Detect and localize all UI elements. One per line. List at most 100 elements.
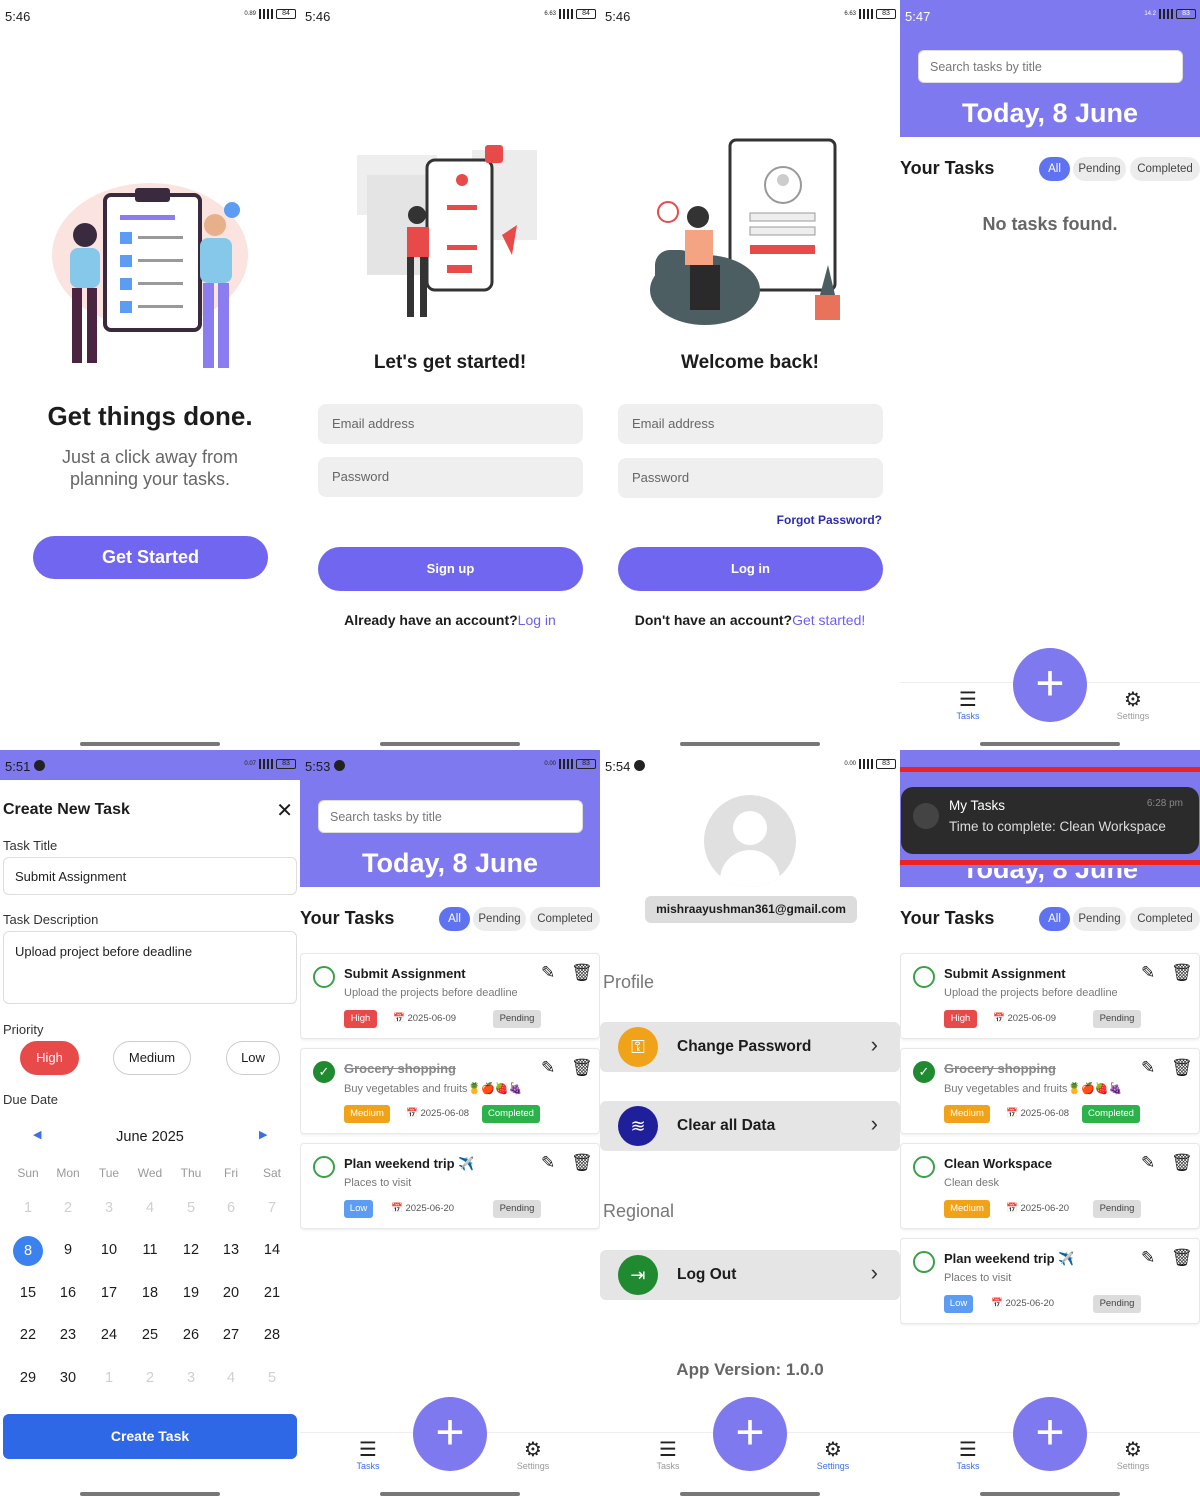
task-card[interactable]: ✓ Grocery shopping Buy vegetables and frui… — [900, 1048, 1200, 1134]
checkbox-circle-icon[interactable] — [913, 966, 935, 988]
trash-icon[interactable]: 🗑 — [571, 963, 593, 983]
password-field[interactable]: Password — [318, 457, 583, 497]
weekday-label: Fri — [224, 1166, 238, 1180]
calendar-day[interactable]: 29 — [8, 1370, 48, 1386]
password-field[interactable]: Password — [618, 458, 883, 498]
get-started-link[interactable]: Get started! — [792, 612, 865, 628]
signup-button[interactable]: Sign up — [318, 547, 583, 591]
filter-pending[interactable]: Pending — [1073, 907, 1126, 931]
calendar-day[interactable]: 17 — [89, 1285, 129, 1301]
calendar-day[interactable]: 22 — [8, 1327, 48, 1343]
next-month-icon[interactable]: ▶ — [259, 1128, 267, 1141]
search-input[interactable]: Search tasks by title — [918, 50, 1183, 83]
calendar-day[interactable]: 13 — [211, 1242, 251, 1258]
close-icon[interactable]: ✕ — [276, 798, 293, 823]
get-started-button[interactable]: Get Started — [33, 536, 268, 579]
checkbox-circle-icon[interactable] — [313, 1156, 335, 1178]
email-field[interactable]: Email address — [318, 404, 583, 444]
search-input[interactable]: Search tasks by title — [318, 800, 583, 833]
calendar-day[interactable]: 30 — [48, 1370, 88, 1386]
trash-icon[interactable]: 🗑 — [1171, 963, 1193, 983]
calendar-day[interactable]: 24 — [89, 1327, 129, 1343]
filter-completed[interactable]: Completed — [1130, 157, 1200, 181]
task-description-input[interactable]: Upload project before deadline — [3, 931, 297, 1004]
calendar-day[interactable]: 27 — [211, 1327, 251, 1343]
priority-low[interactable]: Low — [226, 1041, 280, 1075]
calendar-day[interactable]: 26 — [171, 1327, 211, 1343]
edit-icon[interactable]: ✎ — [541, 963, 555, 983]
add-task-button[interactable]: + — [413, 1397, 487, 1471]
tab-tasks[interactable]: ☰ Tasks — [338, 1439, 398, 1471]
task-title-input[interactable]: Submit Assignment — [3, 857, 297, 895]
filter-completed[interactable]: Completed — [1130, 907, 1200, 931]
trash-icon[interactable]: 🗑 — [1171, 1058, 1193, 1078]
task-card[interactable]: Submit Assignment Upload the projects bef… — [300, 953, 600, 1039]
tab-tasks[interactable]: ☰ Tasks — [938, 1439, 998, 1471]
checkbox-circle-icon[interactable] — [913, 1156, 935, 1178]
trash-icon[interactable]: 🗑 — [1171, 1248, 1193, 1268]
filter-all[interactable]: All — [1039, 157, 1070, 181]
edit-icon[interactable]: ✎ — [1141, 963, 1155, 983]
calendar-day[interactable]: 15 — [8, 1285, 48, 1301]
calendar-day[interactable]: 9 — [48, 1242, 88, 1258]
forgot-password-link[interactable]: Forgot Password? — [777, 513, 882, 527]
trash-icon[interactable]: 🗑 — [571, 1058, 593, 1078]
app-version: App Version: 1.0.0 — [676, 1360, 824, 1379]
trash-icon[interactable]: 🗑 — [1171, 1153, 1193, 1173]
filter-all[interactable]: All — [439, 907, 470, 931]
calendar-day[interactable]: 25 — [130, 1327, 170, 1343]
task-card[interactable]: ✓ Grocery shopping Buy vegetables and frui… — [300, 1048, 600, 1134]
trash-icon[interactable]: 🗑 — [571, 1153, 593, 1173]
add-task-button[interactable]: + — [713, 1397, 787, 1471]
task-card[interactable]: Clean Workspace Clean desk Medium 📅 2025-06… — [900, 1143, 1200, 1229]
priority-medium[interactable]: Medium — [113, 1041, 191, 1075]
filter-all[interactable]: All — [1039, 907, 1070, 931]
edit-icon[interactable]: ✎ — [1141, 1248, 1155, 1268]
calendar-day[interactable]: 23 — [48, 1327, 88, 1343]
calendar-day[interactable]: 18 — [130, 1285, 170, 1301]
task-card[interactable]: Plan weekend trip ✈️ Places to visit Low 📅 … — [300, 1143, 600, 1229]
calendar-day[interactable]: 28 — [252, 1327, 292, 1343]
edit-icon[interactable]: ✎ — [1141, 1058, 1155, 1078]
checked-circle-icon[interactable]: ✓ — [913, 1061, 935, 1083]
tab-tasks[interactable]: ☰ Tasks — [638, 1439, 698, 1471]
clock: 5:46 — [5, 9, 31, 24]
logout-button[interactable]: ⇥ Log Out › — [600, 1250, 900, 1300]
edit-icon[interactable]: ✎ — [1141, 1153, 1155, 1173]
login-button[interactable]: Log in — [618, 547, 883, 591]
tab-tasks[interactable]: ☰ Tasks — [938, 689, 998, 721]
home-indicator — [80, 1492, 220, 1496]
checked-circle-icon[interactable]: ✓ — [313, 1061, 335, 1083]
calendar-day[interactable]: 14 — [252, 1242, 292, 1258]
calendar-day[interactable]: 21 — [252, 1285, 292, 1301]
login-link[interactable]: Log in — [518, 612, 556, 628]
task-card[interactable]: Plan weekend trip ✈️ Places to visit Low 📅 … — [900, 1238, 1200, 1324]
priority-high[interactable]: High — [20, 1041, 79, 1075]
tab-settings[interactable]: ⚙ Settings — [1103, 689, 1163, 721]
filter-pending[interactable]: Pending — [473, 907, 526, 931]
task-card[interactable]: Submit Assignment Upload the projects bef… — [900, 953, 1200, 1039]
create-task-button[interactable]: Create Task — [3, 1414, 297, 1459]
calendar-day[interactable]: 12 — [171, 1242, 211, 1258]
clear-data-button[interactable]: ≋ Clear all Data › — [600, 1101, 900, 1151]
tab-settings[interactable]: ⚙ Settings — [1103, 1439, 1163, 1471]
edit-icon[interactable]: ✎ — [541, 1058, 555, 1078]
calendar-day[interactable]: 19 — [171, 1285, 211, 1301]
add-task-button[interactable]: + — [1013, 1397, 1087, 1471]
email-field[interactable]: Email address — [618, 404, 883, 444]
calendar-day[interactable]: 10 — [89, 1242, 129, 1258]
checkbox-circle-icon[interactable] — [313, 966, 335, 988]
add-task-button[interactable]: + — [1013, 648, 1087, 722]
change-password-button[interactable]: ⚿ Change Password › — [600, 1022, 900, 1072]
calendar-day[interactable]: 11 — [130, 1242, 170, 1258]
calendar-day[interactable]: 20 — [211, 1285, 251, 1301]
edit-icon[interactable]: ✎ — [541, 1153, 555, 1173]
tab-settings[interactable]: ⚙ Settings — [803, 1439, 863, 1471]
filter-pending[interactable]: Pending — [1073, 157, 1126, 181]
notification-banner[interactable]: My Tasks 6:28 pm Time to complete: Clean… — [901, 787, 1199, 854]
checkbox-circle-icon[interactable] — [913, 1251, 935, 1273]
tab-settings[interactable]: ⚙ Settings — [503, 1439, 563, 1471]
filter-completed[interactable]: Completed — [530, 907, 600, 931]
calendar-day-selected[interactable]: 8 — [13, 1236, 43, 1266]
calendar-day[interactable]: 16 — [48, 1285, 88, 1301]
